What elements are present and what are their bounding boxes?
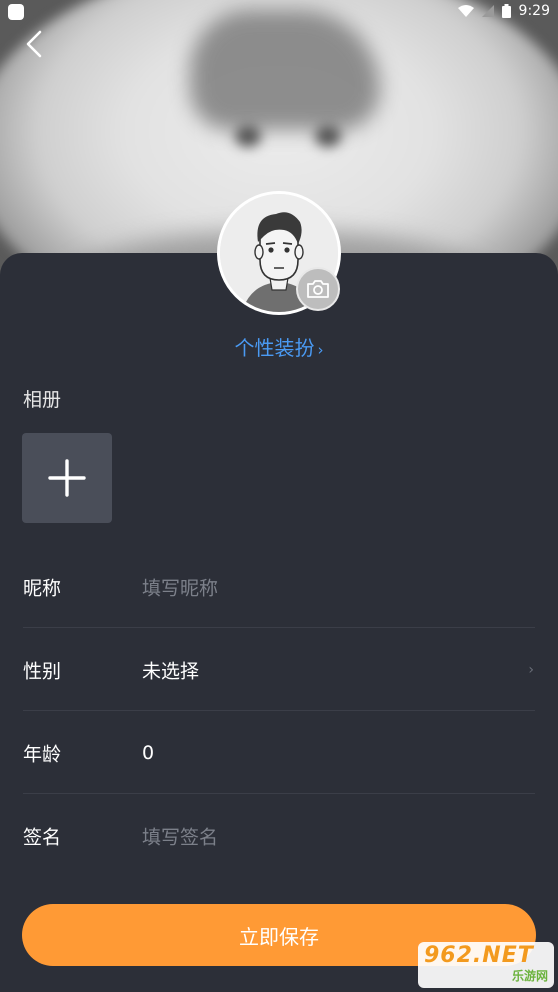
personalize-label: 个性装扮 xyxy=(234,336,315,360)
add-photo-button[interactable] xyxy=(22,433,112,523)
status-bar: 9:29 xyxy=(0,0,558,26)
chevron-right-icon: › xyxy=(528,662,534,678)
save-button-label: 立即保存 xyxy=(239,924,319,949)
signature-label: 签名 xyxy=(23,826,62,849)
signature-row[interactable]: 签名 填写签名 xyxy=(0,795,558,877)
signature-input[interactable]: 填写签名 xyxy=(142,823,218,850)
plus-icon xyxy=(48,459,86,497)
battery-icon xyxy=(501,4,511,18)
divider xyxy=(23,710,535,711)
chevron-right-icon: › xyxy=(317,341,324,359)
notification-icon xyxy=(8,4,24,20)
status-time: 9:29 xyxy=(518,3,550,19)
camera-icon xyxy=(307,280,329,298)
gender-row[interactable]: 性别 未选择 › xyxy=(0,629,558,711)
watermark-logo: 962.NET 乐游网 xyxy=(418,942,554,988)
album-label: 相册 xyxy=(23,389,62,411)
divider xyxy=(23,627,535,628)
gender-value[interactable]: 未选择 xyxy=(142,657,199,684)
age-input[interactable]: 0 xyxy=(142,742,154,764)
back-button[interactable] xyxy=(22,28,50,60)
signal-icon xyxy=(481,5,494,17)
change-avatar-button[interactable] xyxy=(296,267,340,311)
divider xyxy=(23,793,535,794)
wifi-icon xyxy=(457,5,474,17)
nickname-input[interactable]: 填写昵称 xyxy=(142,574,218,601)
watermark-bottom: 乐游网 xyxy=(511,969,548,983)
nickname-row[interactable]: 昵称 填写昵称 xyxy=(0,546,558,628)
age-row[interactable]: 年龄 0 xyxy=(0,712,558,794)
age-label: 年龄 xyxy=(23,743,62,766)
chevron-left-icon xyxy=(26,30,42,58)
nickname-label: 昵称 xyxy=(23,577,62,600)
gender-label: 性别 xyxy=(23,660,62,683)
personalize-link[interactable]: 个性装扮 › xyxy=(0,332,558,361)
watermark-top: 962.NET xyxy=(424,943,534,968)
